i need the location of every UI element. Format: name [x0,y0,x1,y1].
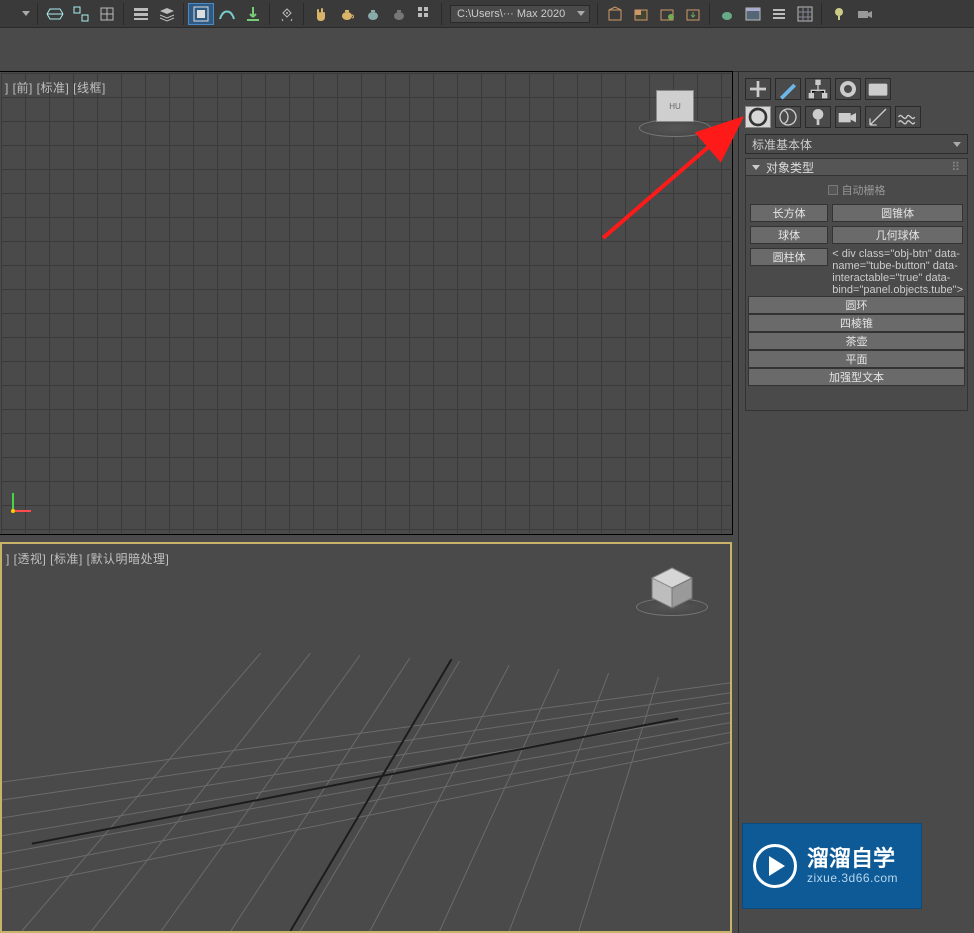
display-tab[interactable] [865,78,891,100]
object-type-rollout-header[interactable]: 对象类型 ⠿ [745,158,968,176]
lights-category-icon[interactable] [805,106,831,128]
list-icon[interactable] [766,3,792,25]
viewcube-front[interactable]: HU [643,87,707,137]
primitive-type-combo[interactable]: 标准基本体 [745,134,968,154]
viewport-perspective[interactable]: ] [透视] [标准] [默认明暗处理] [0,542,732,933]
plane-button[interactable]: 平面 [748,350,965,368]
viewport-perspective-label[interactable]: ] [透视] [标准] [默认明暗处理] [6,550,169,567]
hand-icon[interactable] [308,3,334,25]
grid-settings-icon[interactable] [792,3,818,25]
viewcube-face[interactable]: HU [656,90,694,122]
camera-icon[interactable] [852,3,878,25]
lamp-icon[interactable] [826,3,852,25]
pyramid-button[interactable]: 四棱锥 [748,314,965,332]
grid-small-icon[interactable] [412,3,438,25]
snap-toggle-icon[interactable] [274,3,300,25]
watermark-title: 溜溜自学 [807,847,898,871]
helpers-category-icon[interactable] [865,106,891,128]
dope-sheet-icon[interactable] [214,3,240,25]
rollout-drag-icon: ⠿ [951,160,961,174]
auto-grid-row[interactable]: 自动栅格 [748,180,965,204]
curve-editor-icon[interactable] [188,3,214,25]
bind-icon[interactable] [94,3,120,25]
command-panel: 标准基本体 对象类型 ⠿ 自动栅格 长方体 圆锥体 球体 几何球体 圆柱体 < … [738,72,974,933]
link-icon[interactable] [42,3,68,25]
viewport-column: ] [前] [标准] [线框] HU [0,72,738,933]
unlink-icon[interactable] [68,3,94,25]
teapot-wire-icon[interactable] [334,3,360,25]
watermark-badge: 溜溜自学 zixue.3d66.com [742,823,922,909]
toolbar-config-dropdown[interactable] [2,3,34,25]
import-icon[interactable] [240,3,266,25]
geosphere-button[interactable]: 几何球体 [832,226,963,244]
torus-button[interactable]: 圆环 [748,296,965,314]
perspective-grid [2,544,730,931]
sphere-button[interactable]: 球体 [750,226,828,244]
geometry-category-icon[interactable] [745,106,771,128]
axis-gizmo-icon [9,485,39,515]
create-category-tabs [739,102,974,134]
hierarchy-tab[interactable] [805,78,831,100]
project-path-combo[interactable]: C:\Users\··· Max 2020 [450,5,590,23]
command-panel-tabs [739,72,974,102]
create-tab[interactable] [745,78,771,100]
container-update-icon[interactable] [680,3,706,25]
teapot-material-icon[interactable] [714,3,740,25]
object-type-header-label: 对象类型 [766,159,814,176]
container-new-icon[interactable] [602,3,628,25]
teapot-alt-icon[interactable] [386,3,412,25]
spacewarps-category-icon[interactable] [895,106,921,128]
teapot-button[interactable]: 茶壶 [748,332,965,350]
viewport-front-label[interactable]: ] [前] [标准] [线框] [5,79,106,96]
auto-grid-checkbox[interactable] [828,185,838,195]
main-toolbar: C:\Users\··· Max 2020 [0,0,974,28]
layer-explorer-icon[interactable] [154,3,180,25]
watermark-play-icon [753,844,797,888]
motion-tab[interactable] [835,78,861,100]
cameras-category-icon[interactable] [835,106,861,128]
teapot-shaded-icon[interactable] [360,3,386,25]
ortho-grid [1,73,731,533]
container-inherit-icon[interactable] [654,3,680,25]
primitive-button-grid: 长方体 圆锥体 球体 几何球体 圆柱体 < div class="obj-btn… [748,204,965,296]
primitive-type-label: 标准基本体 [752,136,812,153]
cylinder-button[interactable]: 圆柱体 [750,248,828,266]
ribbon-collapsed [0,28,974,72]
viewport-front[interactable]: ] [前] [标准] [线框] HU [0,72,732,534]
watermark-subtitle: zixue.3d66.com [807,872,898,885]
object-type-rollout-body: 自动栅格 长方体 圆锥体 球体 几何球体 圆柱体 < div class="ob… [745,176,968,411]
box-button[interactable]: 长方体 [750,204,828,222]
textplus-button[interactable]: 加强型文本 [748,368,965,386]
project-path-label: C:\Users\··· Max 2020 [457,8,565,20]
container-open-icon[interactable] [628,3,654,25]
shapes-category-icon[interactable] [775,106,801,128]
schematic-view-icon[interactable] [128,3,154,25]
viewcube-perspective[interactable] [640,566,704,616]
main-area: ] [前] [标准] [线框] HU [0,72,974,933]
cone-button[interactable]: 圆锥体 [832,204,963,222]
calendar-icon[interactable] [740,3,766,25]
auto-grid-label: 自动栅格 [842,182,886,198]
modify-tab[interactable] [775,78,801,100]
